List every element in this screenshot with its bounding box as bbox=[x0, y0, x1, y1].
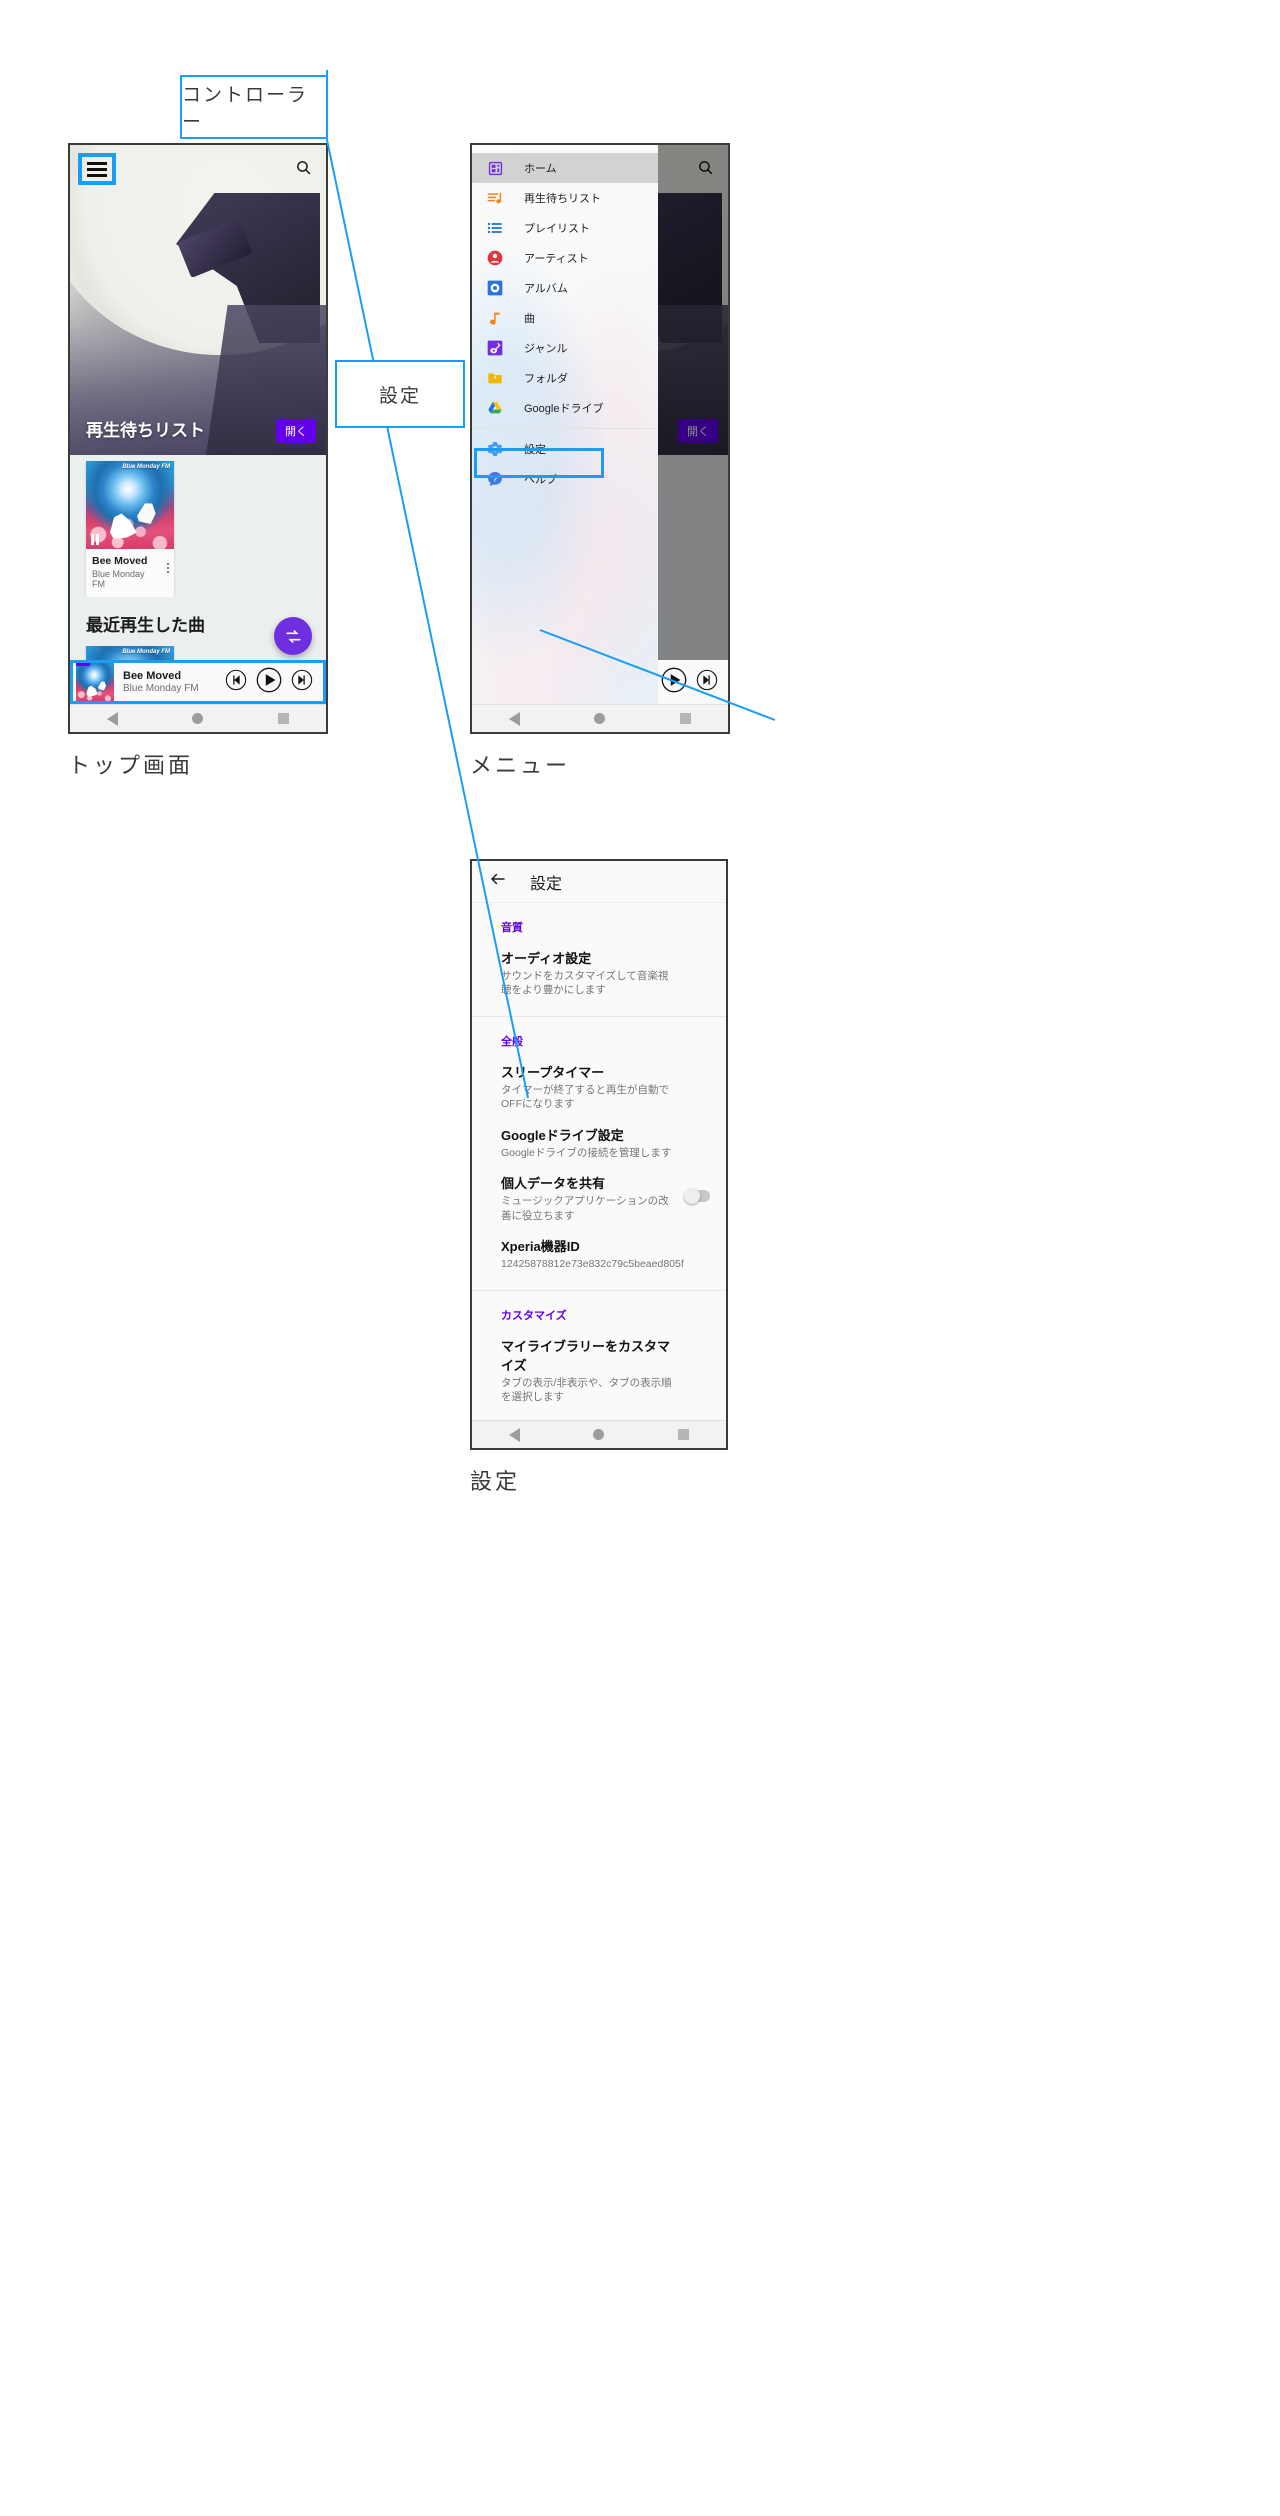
callout-settings: 設定 bbox=[335, 360, 465, 428]
callout-settings-label: 設定 bbox=[378, 385, 421, 407]
callout-controller: コントローラー bbox=[180, 75, 328, 139]
leader-line-controller bbox=[326, 70, 776, 1099]
page-canvas: コントローラー 設定 再生待ちリスト 開く Blue Monday FM Bee… bbox=[0, 0, 1280, 2516]
callout-controller-label: コントローラー bbox=[182, 85, 309, 133]
